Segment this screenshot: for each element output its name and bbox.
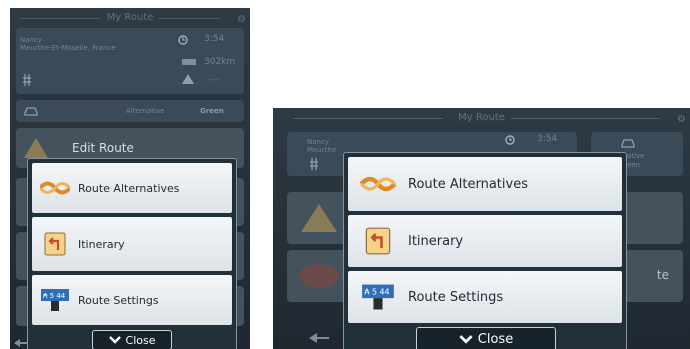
menu-item-itinerary[interactable]: Itinerary (348, 215, 622, 267)
menu-item-label: Route Alternatives (408, 176, 528, 192)
edit-route-label: Edit Route (72, 141, 134, 155)
warning-value: -:-- (209, 76, 219, 84)
car-icon (24, 107, 38, 116)
map-icon (299, 264, 339, 288)
green-label[interactable]: Green (200, 107, 224, 115)
chevron-down-icon (459, 334, 473, 344)
route-alternatives-icon (348, 174, 408, 194)
route-menu-dialog: Route Alternatives Itinerary ₳ 5 44 Rout… (343, 152, 627, 349)
route-summary-panel: Nancy Meurthe-Et-Moselle, France 3:54 30… (16, 28, 244, 94)
svg-text:₳ 5 44: ₳ 5 44 (364, 288, 389, 297)
alternative-label[interactable]: Alternative (126, 107, 164, 115)
back-arrow-icon[interactable] (14, 339, 28, 347)
chevron-down-icon (108, 336, 121, 344)
eta-time: 3:54 (537, 134, 558, 144)
menu-item-label: Route Alternatives (78, 181, 180, 195)
close-button[interactable]: Close (92, 330, 172, 349)
title-bar: My Route ⚙ (10, 8, 250, 28)
back-arrow-icon[interactable] (309, 333, 329, 343)
close-button[interactable]: Close (416, 327, 556, 349)
menu-item-label: Route Settings (408, 289, 504, 305)
clock-icon (505, 135, 515, 145)
menu-item-route-alternatives[interactable]: Route Alternatives (32, 163, 232, 213)
car-icon (621, 139, 635, 148)
route-type-row[interactable]: Alternative Green (16, 100, 244, 122)
settings-small-icon[interactable]: ⚙ (237, 10, 246, 30)
title-bar: My Route ⚙ (273, 108, 690, 128)
road-icon (310, 158, 318, 170)
itinerary-icon (348, 227, 408, 255)
clock-icon (178, 35, 188, 45)
eta-time: 3:54 (204, 34, 225, 44)
route-settings-icon: ₳ 5 44 (348, 283, 408, 311)
warning-icon (182, 74, 194, 84)
distance-value: 302km (204, 57, 236, 67)
svg-text:₳ 5 44: ₳ 5 44 (43, 292, 66, 300)
distance-icon (182, 59, 196, 65)
close-label: Close (125, 333, 156, 347)
partial-label: te (656, 268, 669, 282)
nav-screen-small: My Route ⚙ Nancy Meurthe-Et-Moselle, Fra… (10, 8, 250, 349)
page-title: My Route (452, 112, 511, 123)
alternative-label[interactable]: ative (627, 152, 644, 160)
menu-item-route-alternatives[interactable]: Route Alternatives (348, 157, 622, 211)
page-title: My Route (100, 12, 160, 23)
close-label: Close (477, 331, 514, 347)
menu-item-route-settings[interactable]: ₳ 5 44 Route Settings (32, 275, 232, 325)
route-alternatives-icon (32, 179, 78, 197)
itinerary-icon (32, 232, 78, 256)
destination-region-short: Meurthe (307, 146, 337, 154)
road-icon (23, 74, 31, 86)
menu-item-label: Itinerary (78, 237, 125, 251)
destination-region: Meurthe-Et-Moselle, France (20, 44, 116, 52)
settings-small-icon[interactable]: ⚙ (677, 110, 686, 130)
green-label[interactable]: een (627, 161, 640, 169)
route-menu-dialog: Route Alternatives Itinerary ₳ 5 44 Rout… (27, 158, 237, 349)
nav-screen-large: My Route ⚙ Nancy Meurthe 3:54 ative een … (273, 108, 690, 349)
menu-item-itinerary[interactable]: Itinerary (32, 217, 232, 271)
edit-route-icon (24, 138, 48, 158)
menu-item-label: Itinerary (408, 233, 464, 249)
destination-city: Nancy (20, 36, 42, 44)
edit-route-icon (301, 204, 337, 232)
menu-item-label: Route Settings (78, 293, 159, 307)
destination-city: Nancy (307, 138, 329, 146)
menu-item-route-settings[interactable]: ₳ 5 44 Route Settings (348, 271, 622, 323)
route-settings-icon: ₳ 5 44 (32, 288, 78, 312)
